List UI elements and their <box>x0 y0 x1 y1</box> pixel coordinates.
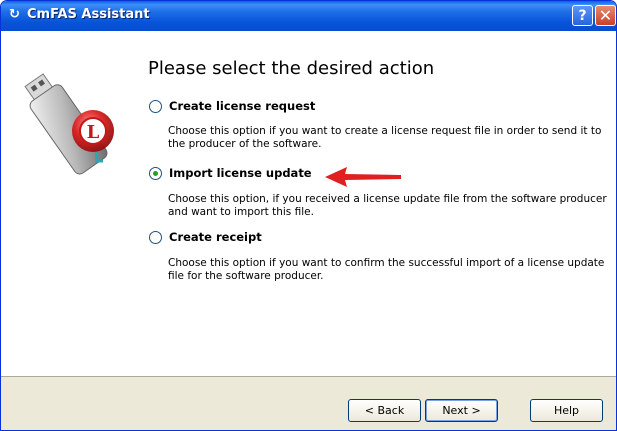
close-button[interactable]: ✕ <box>595 5 616 26</box>
window-title: CmFAS Assistant <box>27 7 150 22</box>
title-help-button[interactable]: ? <box>572 5 593 26</box>
button-bar: < Back Next > Help <box>1 377 616 430</box>
usb-dongle-seal-icon: L <box>24 73 114 175</box>
back-button[interactable]: < Back <box>348 399 421 422</box>
wizard-window: ↻ CmFAS Assistant ? ✕ L Please select th… <box>0 0 617 431</box>
option-label[interactable]: Create license request <box>169 99 315 113</box>
option-description: Choose this option if you want to confir… <box>168 257 605 282</box>
svg-text:L: L <box>87 122 100 143</box>
cmfas-icon: ↻ <box>9 7 20 22</box>
title-bar: ↻ CmFAS Assistant ? ✕ <box>1 1 616 31</box>
radio-create-license-request[interactable] <box>149 100 162 113</box>
radio-selected-dot <box>153 171 158 176</box>
radio-import-license-update[interactable] <box>149 167 162 180</box>
next-button[interactable]: Next > <box>425 399 498 422</box>
option-label[interactable]: Create receipt <box>169 230 262 244</box>
page-title: Please select the desired action <box>148 58 435 79</box>
help-button[interactable]: Help <box>530 399 603 422</box>
option-description: Choose this option, if you received a li… <box>168 193 607 218</box>
option-label[interactable]: Import license update <box>169 166 312 180</box>
radio-create-receipt[interactable] <box>149 231 162 244</box>
option-description: Choose this option if you want to create… <box>168 125 602 150</box>
wizard-content: L Please select the desired action Creat… <box>1 31 616 376</box>
red-arrow-icon <box>325 167 401 187</box>
